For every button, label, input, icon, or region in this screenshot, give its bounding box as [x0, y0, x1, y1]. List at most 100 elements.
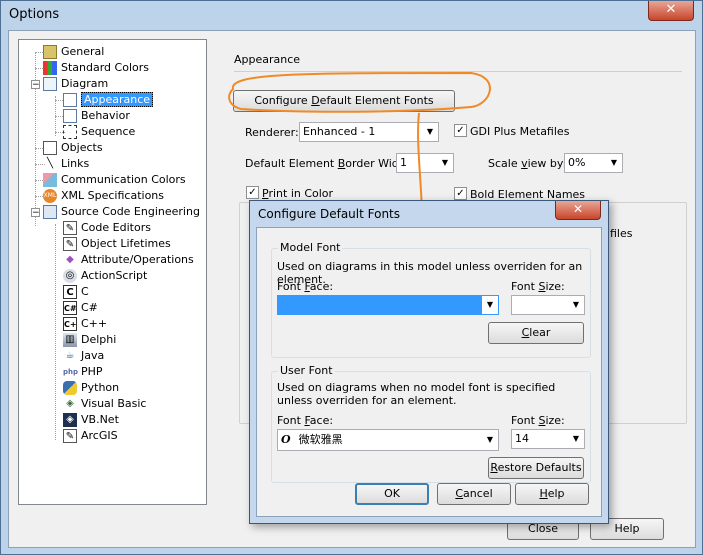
options-tree[interactable]: − − General Standard Colors Diagram Appe…: [18, 39, 207, 505]
section-divider: [234, 71, 682, 72]
model-font-face-label: Font Face:: [277, 280, 334, 293]
python-icon: [63, 381, 77, 395]
tree-item-attribute-operations[interactable]: ◆ Attribute/Operations: [63, 252, 194, 268]
user-font-size-select[interactable]: 14 ▼: [511, 429, 585, 449]
tree-item-c[interactable]: CC: [63, 284, 89, 300]
tree-item-object-lifetimes[interactable]: ✎ Object Lifetimes: [63, 236, 171, 252]
print-in-color-checkbox[interactable]: ✓: [246, 186, 259, 199]
border-width-label: Default Element Border Width:: [245, 157, 414, 170]
cpp-icon: C+: [63, 317, 77, 331]
appearance-section-title: Appearance: [234, 53, 301, 66]
restore-defaults-button[interactable]: Restore Defaults: [488, 457, 584, 479]
clear-button[interactable]: Clear: [488, 322, 584, 344]
tree-item-diagram[interactable]: Diagram: [43, 76, 108, 92]
tree-item-visual-basic[interactable]: ◈ Visual Basic: [63, 396, 146, 412]
tree-item-python[interactable]: Python: [63, 380, 119, 396]
object-lifetimes-icon: ✎: [63, 237, 77, 251]
dialog-help-button[interactable]: Help: [515, 483, 589, 505]
php-icon: php: [63, 368, 79, 376]
configure-default-fonts-dialog: Configure Default Fonts ✕ Model Font Use…: [249, 200, 609, 524]
attribute-operations-icon: ◆: [66, 254, 74, 265]
tree-item-links[interactable]: ╲ Links: [43, 156, 89, 172]
chevron-down-icon: ▼: [486, 435, 494, 444]
sequence-icon: [63, 125, 77, 139]
tree-item-communication-colors[interactable]: Communication Colors: [43, 172, 186, 188]
diagram-icon: [43, 77, 57, 91]
tree-item-cpp[interactable]: C+ C++: [63, 316, 107, 332]
cancel-button[interactable]: Cancel: [437, 483, 511, 505]
tree-item-csharp[interactable]: C# C#: [63, 300, 98, 316]
dialog-close-button[interactable]: ✕: [555, 201, 601, 220]
scale-view-select[interactable]: 0% ▼: [564, 153, 623, 173]
arcgis-icon: ✎: [63, 429, 77, 443]
java-icon: ☕: [65, 350, 75, 361]
actionscript-icon: ◎: [63, 269, 77, 283]
tree-item-standard-colors[interactable]: Standard Colors: [43, 60, 149, 76]
chevron-down-icon: ▼: [482, 296, 498, 314]
gdi-plus-checkbox[interactable]: ✓: [454, 124, 467, 137]
visual-basic-icon: ◈: [66, 398, 74, 409]
links-icon: ╲: [46, 158, 54, 169]
chevron-down-icon: ▼: [572, 434, 580, 443]
user-font-face-select[interactable]: O 微软雅黑 ▼: [277, 429, 499, 451]
model-font-size-select[interactable]: ▼: [511, 295, 585, 315]
scale-view-label: Scale view by:: [488, 157, 567, 170]
model-font-group: Model Font Used on diagrams in this mode…: [271, 241, 591, 358]
configure-default-fonts-button[interactable]: Configure Default Element Fonts: [233, 90, 455, 112]
chevron-down-icon: ▼: [572, 300, 580, 309]
tree-item-code-editors[interactable]: ✎ Code Editors: [63, 220, 151, 236]
user-font-size-label: Font Size:: [511, 414, 565, 427]
user-font-face-label: Font Face:: [277, 414, 334, 427]
print-in-color-label: Print in Color: [262, 187, 334, 200]
tree-item-sequence[interactable]: Sequence: [63, 124, 135, 140]
window-close-button[interactable]: ✕: [648, 1, 694, 21]
code-editors-icon: ✎: [63, 221, 77, 235]
delphi-icon: ▥: [63, 333, 77, 347]
tree-item-xml-specifications[interactable]: XML XML Specifications: [43, 188, 164, 204]
source-code-collapse-toggle[interactable]: −: [31, 208, 40, 218]
behavior-icon: [63, 109, 77, 123]
source-code-icon: [43, 205, 57, 219]
ok-button[interactable]: OK: [355, 483, 429, 505]
vbnet-icon: ◈: [63, 413, 77, 427]
tree-item-behavior[interactable]: Behavior: [63, 108, 130, 124]
tree-item-php[interactable]: php PHP: [63, 364, 103, 380]
border-width-select[interactable]: 1 ▼: [396, 153, 454, 173]
tree-item-vbnet[interactable]: ◈ VB.Net: [63, 412, 119, 428]
chevron-down-icon: ▼: [426, 127, 434, 136]
appearance-icon: [63, 93, 77, 107]
tree-item-delphi[interactable]: ▥ Delphi: [63, 332, 116, 348]
bold-element-names-checkbox[interactable]: ✓: [454, 187, 467, 200]
close-icon: ✕: [665, 2, 677, 17]
user-font-group-label: User Font: [278, 364, 335, 377]
tree-item-objects[interactable]: Objects: [43, 140, 103, 156]
close-icon: ✕: [572, 202, 584, 216]
tree-item-appearance[interactable]: Appearance: [63, 92, 154, 108]
dialog-client-area: Model Font Used on diagrams in this mode…: [256, 227, 602, 517]
chevron-down-icon: ▼: [441, 158, 449, 167]
c-icon: C: [63, 285, 77, 299]
renderer-select[interactable]: Enhanced - 1 ▼: [299, 122, 439, 142]
diagram-collapse-toggle[interactable]: −: [31, 80, 40, 90]
model-font-group-label: Model Font: [278, 241, 343, 254]
renderer-label: Renderer:: [245, 126, 299, 139]
gdi-plus-label: GDI Plus Metafiles: [470, 125, 570, 138]
tree-item-java[interactable]: ☕ Java: [63, 348, 105, 364]
tree-item-source-code-engineering[interactable]: Source Code Engineering: [43, 204, 200, 220]
model-font-face-select[interactable]: ▼: [277, 295, 499, 315]
opentype-font-icon: O: [281, 433, 291, 446]
model-font-size-label: Font Size:: [511, 280, 565, 293]
chevron-down-icon: ▼: [610, 158, 618, 167]
user-font-description: Used on diagrams when no model font is s…: [277, 381, 556, 407]
general-icon: [43, 45, 57, 59]
dialog-title: Configure Default Fonts: [258, 207, 401, 221]
tree-item-general[interactable]: General: [43, 44, 104, 60]
tree-item-arcgis[interactable]: ✎ ArcGIS: [63, 428, 118, 444]
tree-item-actionscript[interactable]: ◎ ActionScript: [63, 268, 147, 284]
window-title: Options: [9, 7, 60, 22]
options-window: Options ✕ − − General Standard Colors Di…: [0, 0, 703, 555]
communication-colors-icon: [43, 173, 57, 187]
xml-icon: XML: [43, 189, 57, 203]
objects-icon: [43, 141, 57, 155]
colors-icon: [43, 61, 57, 75]
